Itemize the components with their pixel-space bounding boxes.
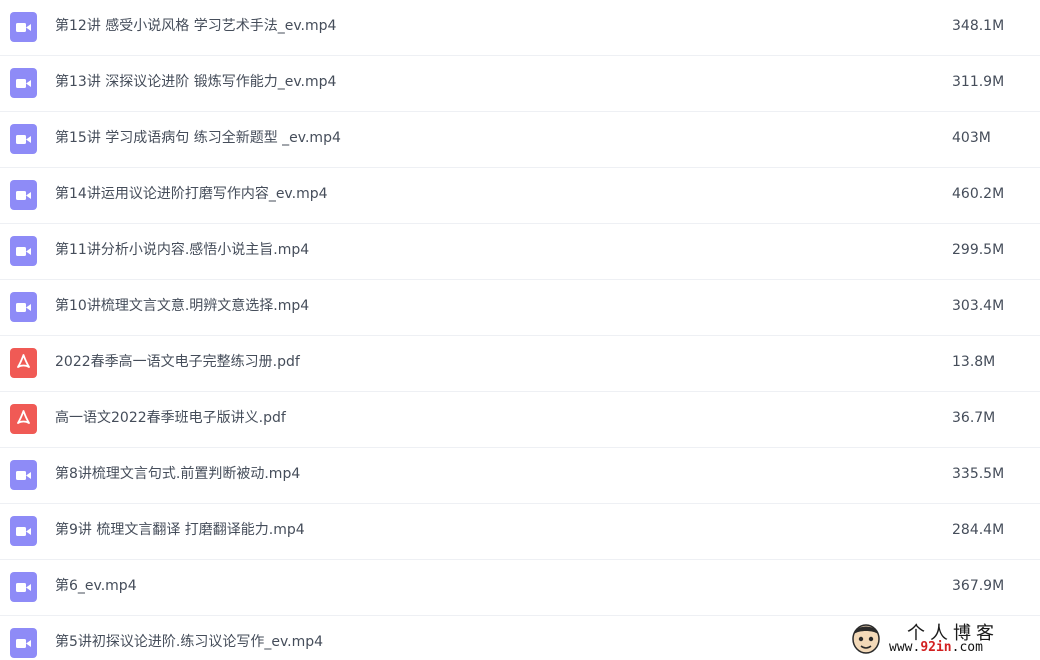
file-name[interactable]: 第14讲运用议论进阶打磨写作内容_ev.mp4 bbox=[55, 168, 328, 220]
file-name[interactable]: 第8讲梳理文言句式.前置判断被动.mp4 bbox=[55, 448, 300, 500]
cartoon-avatar-icon bbox=[849, 620, 883, 656]
pdf-file-icon bbox=[10, 348, 37, 378]
file-size: 460.2M bbox=[952, 186, 1005, 202]
file-size: 403M bbox=[952, 130, 991, 146]
file-size: 284.4M bbox=[952, 522, 1005, 538]
pdf-file-icon bbox=[10, 404, 37, 434]
file-row[interactable]: 第12讲 感受小说风格 学习艺术手法_ev.mp4 348.1M bbox=[0, 0, 1040, 56]
video-file-icon bbox=[10, 12, 37, 42]
file-size: 299.5M bbox=[952, 242, 1005, 258]
file-row[interactable]: 第13讲 深探议论进阶 锻炼写作能力_ev.mp4 311.9M bbox=[0, 56, 1040, 112]
file-size: 335.5M bbox=[952, 466, 1005, 482]
video-file-icon bbox=[10, 460, 37, 490]
file-row[interactable]: 第8讲梳理文言句式.前置判断被动.mp4 335.5M bbox=[0, 448, 1040, 504]
video-file-icon bbox=[10, 180, 37, 210]
file-name[interactable]: 第10讲梳理文言文意.明辨文意选择.mp4 bbox=[55, 280, 309, 332]
file-name[interactable]: 第13讲 深探议论进阶 锻炼写作能力_ev.mp4 bbox=[55, 56, 336, 108]
file-name[interactable]: 第5讲初探议论进阶.练习议论写作_ev.mp4 bbox=[55, 616, 323, 660]
file-row[interactable]: 第10讲梳理文言文意.明辨文意选择.mp4 303.4M bbox=[0, 280, 1040, 336]
video-file-icon bbox=[10, 236, 37, 266]
watermark-url-prefix: www. bbox=[889, 640, 921, 655]
video-file-icon bbox=[10, 292, 37, 322]
video-file-icon bbox=[10, 628, 37, 658]
watermark-url-suffix: .com bbox=[951, 640, 983, 655]
file-list: 第12讲 感受小说风格 学习艺术手法_ev.mp4 348.1M 第13讲 深探… bbox=[0, 0, 1040, 660]
watermark-url-highlight: 92in bbox=[920, 640, 952, 655]
file-row[interactable]: 第15讲 学习成语病句 练习全新题型 _ev.mp4 403M bbox=[0, 112, 1040, 168]
file-row[interactable]: 第9讲 梳理文言翻译 打磨翻译能力.mp4 284.4M bbox=[0, 504, 1040, 560]
file-name[interactable]: 第15讲 学习成语病句 练习全新题型 _ev.mp4 bbox=[55, 112, 341, 164]
file-row[interactable]: 高一语文2022春季班电子版讲义.pdf 36.7M bbox=[0, 392, 1040, 448]
watermark-url: www.92in.com bbox=[889, 640, 983, 655]
watermark: 个人博客 www.92in.com bbox=[843, 618, 1035, 658]
file-name[interactable]: 高一语文2022春季班电子版讲义.pdf bbox=[55, 392, 286, 444]
file-size: 36.7M bbox=[952, 410, 996, 426]
file-size: 311.9M bbox=[952, 74, 1005, 90]
file-name[interactable]: 第11讲分析小说内容.感悟小说主旨.mp4 bbox=[55, 224, 309, 276]
file-size: 13.8M bbox=[952, 354, 996, 370]
file-size: 348.1M bbox=[952, 18, 1005, 34]
video-file-icon bbox=[10, 572, 37, 602]
file-size: 367.9M bbox=[952, 578, 1005, 594]
video-file-icon bbox=[10, 516, 37, 546]
video-file-icon bbox=[10, 124, 37, 154]
file-name[interactable]: 第12讲 感受小说风格 学习艺术手法_ev.mp4 bbox=[55, 0, 336, 52]
file-row[interactable]: 第14讲运用议论进阶打磨写作内容_ev.mp4 460.2M bbox=[0, 168, 1040, 224]
file-name[interactable]: 第9讲 梳理文言翻译 打磨翻译能力.mp4 bbox=[55, 504, 305, 556]
file-name[interactable]: 2022春季高一语文电子完整练习册.pdf bbox=[55, 336, 300, 388]
file-row[interactable]: 第6_ev.mp4 367.9M bbox=[0, 560, 1040, 616]
video-file-icon bbox=[10, 68, 37, 98]
file-row[interactable]: 2022春季高一语文电子完整练习册.pdf 13.8M bbox=[0, 336, 1040, 392]
file-name[interactable]: 第6_ev.mp4 bbox=[55, 560, 137, 612]
file-row[interactable]: 第11讲分析小说内容.感悟小说主旨.mp4 299.5M bbox=[0, 224, 1040, 280]
file-size: 303.4M bbox=[952, 298, 1005, 314]
